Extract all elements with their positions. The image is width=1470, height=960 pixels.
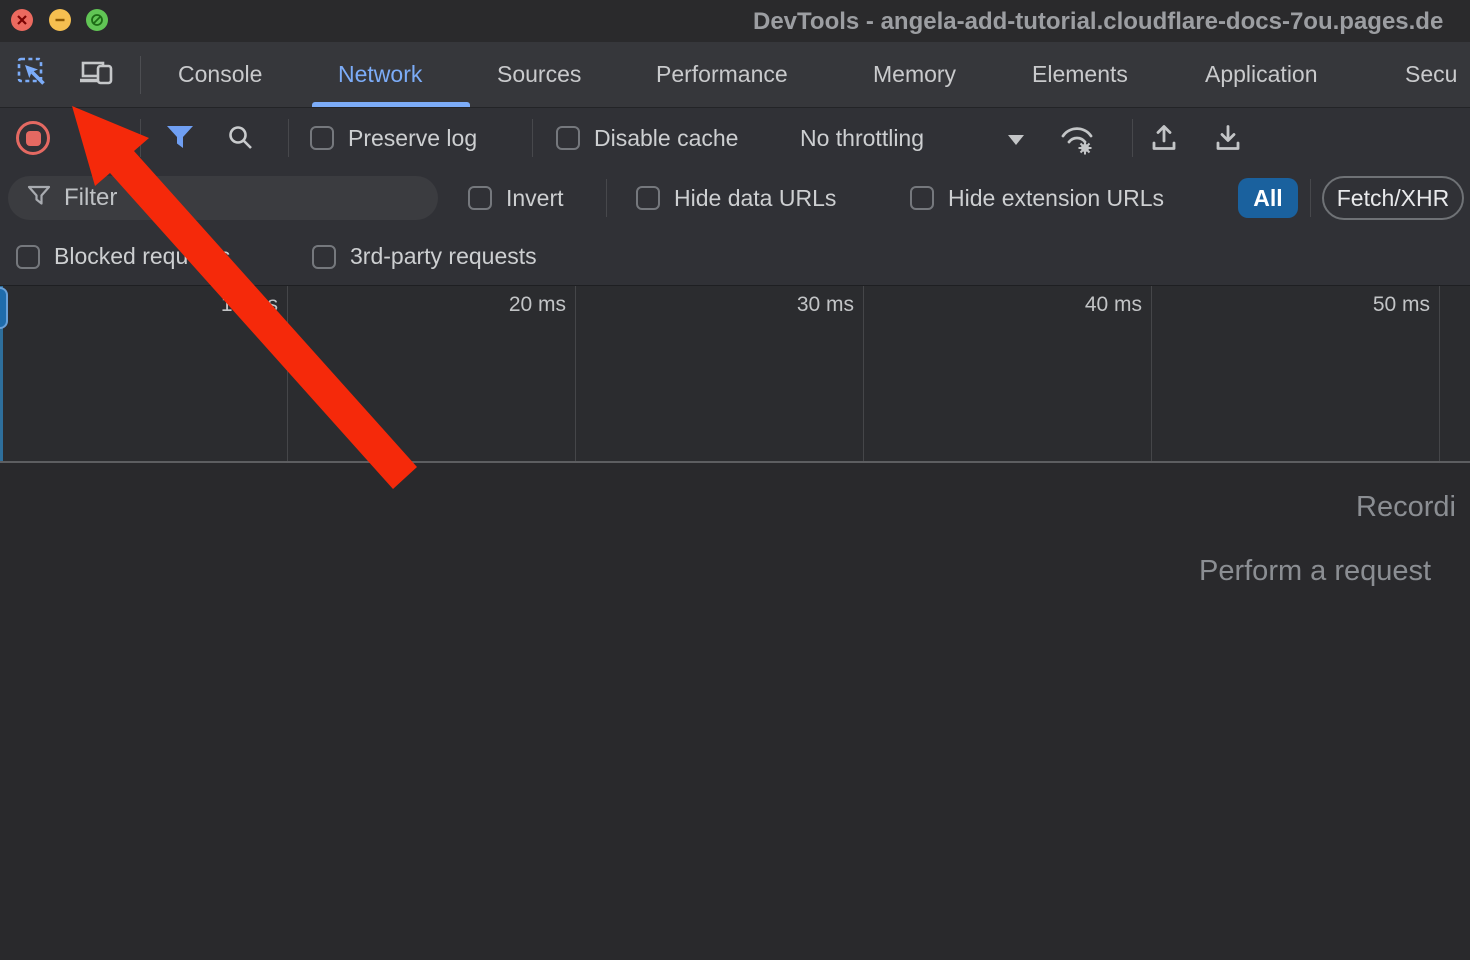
tab-performance-label: Performance (656, 61, 788, 88)
third-party-requests-label: 3rd-party requests (350, 243, 537, 270)
upload-icon (1148, 122, 1180, 159)
preserve-log-label: Preserve log (348, 125, 477, 152)
hide-extension-urls-checkbox[interactable] (910, 186, 934, 210)
download-icon (1212, 122, 1244, 159)
window-title: DevTools - angela-add-tutorial.cloudflar… (753, 8, 1443, 36)
tab-sources[interactable]: Sources (497, 42, 581, 107)
minimize-window-button[interactable] (49, 9, 71, 31)
empty-state-hint-text: Perform a request (1199, 555, 1431, 588)
network-toolbar: Preserve log Disable cache No throttling (0, 108, 1470, 168)
devtools-tab-bar: Console Network Sources Performance Memo… (0, 42, 1470, 108)
network-overview-timeline[interactable]: 10 ms 20 ms 30 ms 40 ms 50 ms (0, 286, 1470, 463)
toggle-device-toolbar-button[interactable] (78, 58, 118, 92)
tabbar-divider (140, 56, 141, 94)
search-icon (226, 123, 256, 158)
recording-status-text: Recordi (1356, 491, 1456, 524)
hide-extension-urls-label: Hide extension URLs (948, 185, 1164, 212)
tab-application[interactable]: Application (1205, 42, 1318, 107)
timeline-column: 10 ms (0, 286, 288, 461)
timeline-column: 30 ms (576, 286, 864, 461)
tab-security-label: Secu (1405, 61, 1457, 88)
blocked-requests-label: Blocked requests (54, 243, 230, 270)
tab-console[interactable]: Console (178, 42, 262, 107)
disable-cache-checkbox[interactable] (556, 126, 580, 150)
filter-toggle-button[interactable] (164, 124, 196, 157)
tab-network[interactable]: Network (338, 42, 422, 107)
filter-row-divider (1310, 179, 1311, 217)
close-icon (16, 14, 28, 26)
throttling-select[interactable]: No throttling (800, 108, 924, 168)
network-options-row: Blocked requests 3rd-party requests (0, 228, 1470, 286)
preserve-log-checkbox[interactable] (310, 126, 334, 150)
all-filter-label: All (1253, 185, 1282, 212)
overview-drag-handle[interactable] (0, 287, 8, 329)
invert-checkbox[interactable] (468, 186, 492, 210)
network-conditions-button[interactable] (1058, 121, 1098, 160)
timeline-column (1440, 286, 1470, 461)
close-window-button[interactable] (11, 9, 33, 31)
timeline-column: 50 ms (1152, 286, 1440, 461)
tab-elements[interactable]: Elements (1032, 42, 1128, 107)
stop-record-icon (26, 131, 41, 146)
active-tab-underline (312, 102, 470, 107)
tab-console-label: Console (178, 61, 262, 88)
funnel-outline-icon (26, 184, 52, 213)
timeline-tick: 40 ms (1085, 293, 1142, 317)
toolbar-divider (532, 119, 533, 157)
network-requests-empty-area: Recordi Perform a request (0, 463, 1470, 960)
timeline-column: 40 ms (864, 286, 1152, 461)
device-toolbar-icon (79, 57, 117, 94)
tab-sources-label: Sources (497, 61, 581, 88)
inspect-cursor-icon (17, 57, 49, 94)
blocked-requests-checkbox[interactable] (16, 245, 40, 269)
timeline-column: 20 ms (288, 286, 576, 461)
hide-data-urls-label: Hide data URLs (674, 185, 836, 212)
zoom-window-button[interactable] (86, 9, 108, 31)
throttling-value: No throttling (800, 125, 924, 152)
circle-slash-icon (82, 125, 109, 157)
tab-memory-label: Memory (873, 61, 956, 88)
wifi-gear-icon (1058, 121, 1098, 160)
tab-memory[interactable]: Memory (873, 42, 956, 107)
search-button[interactable] (226, 123, 256, 158)
invert-label: Invert (506, 185, 564, 212)
record-network-log-button[interactable] (16, 121, 50, 155)
title-bar: DevTools - angela-add-tutorial.cloudflar… (0, 0, 1470, 42)
network-filter-row: Invert Hide data URLs Hide extension URL… (0, 168, 1470, 228)
tab-application-label: Application (1205, 61, 1318, 88)
tab-elements-label: Elements (1032, 61, 1128, 88)
request-type-filter-all[interactable]: All (1238, 178, 1298, 218)
request-type-filter-fetch-xhr[interactable]: Fetch/XHR (1322, 176, 1464, 220)
timeline-tick: 50 ms (1373, 293, 1430, 317)
tab-security[interactable]: Secu (1405, 42, 1457, 107)
export-har-button[interactable] (1212, 122, 1244, 159)
inspect-element-button[interactable] (16, 58, 50, 92)
toolbar-divider (1132, 119, 1133, 157)
toolbar-divider (140, 119, 141, 157)
zoom-disabled-icon (90, 13, 104, 27)
tab-network-label: Network (338, 61, 422, 88)
filter-input-container (8, 176, 438, 220)
filter-row-divider (606, 179, 607, 217)
toolbar-divider (288, 119, 289, 157)
minimize-icon (54, 14, 66, 26)
disable-cache-label: Disable cache (594, 125, 738, 152)
timeline-tick: 20 ms (509, 293, 566, 317)
timeline-tick: 30 ms (797, 293, 854, 317)
third-party-requests-checkbox[interactable] (312, 245, 336, 269)
chevron-down-icon[interactable] (1006, 134, 1026, 146)
clear-network-log-button[interactable] (82, 125, 109, 157)
import-har-button[interactable] (1148, 122, 1180, 159)
timeline-tick: 10 ms (221, 293, 278, 317)
hide-data-urls-checkbox[interactable] (636, 186, 660, 210)
devtools-window: DevTools - angela-add-tutorial.cloudflar… (0, 0, 1470, 960)
tab-performance[interactable]: Performance (656, 42, 788, 107)
filter-input[interactable] (64, 184, 424, 212)
fetch-xhr-filter-label: Fetch/XHR (1337, 185, 1449, 212)
funnel-icon (164, 124, 196, 157)
